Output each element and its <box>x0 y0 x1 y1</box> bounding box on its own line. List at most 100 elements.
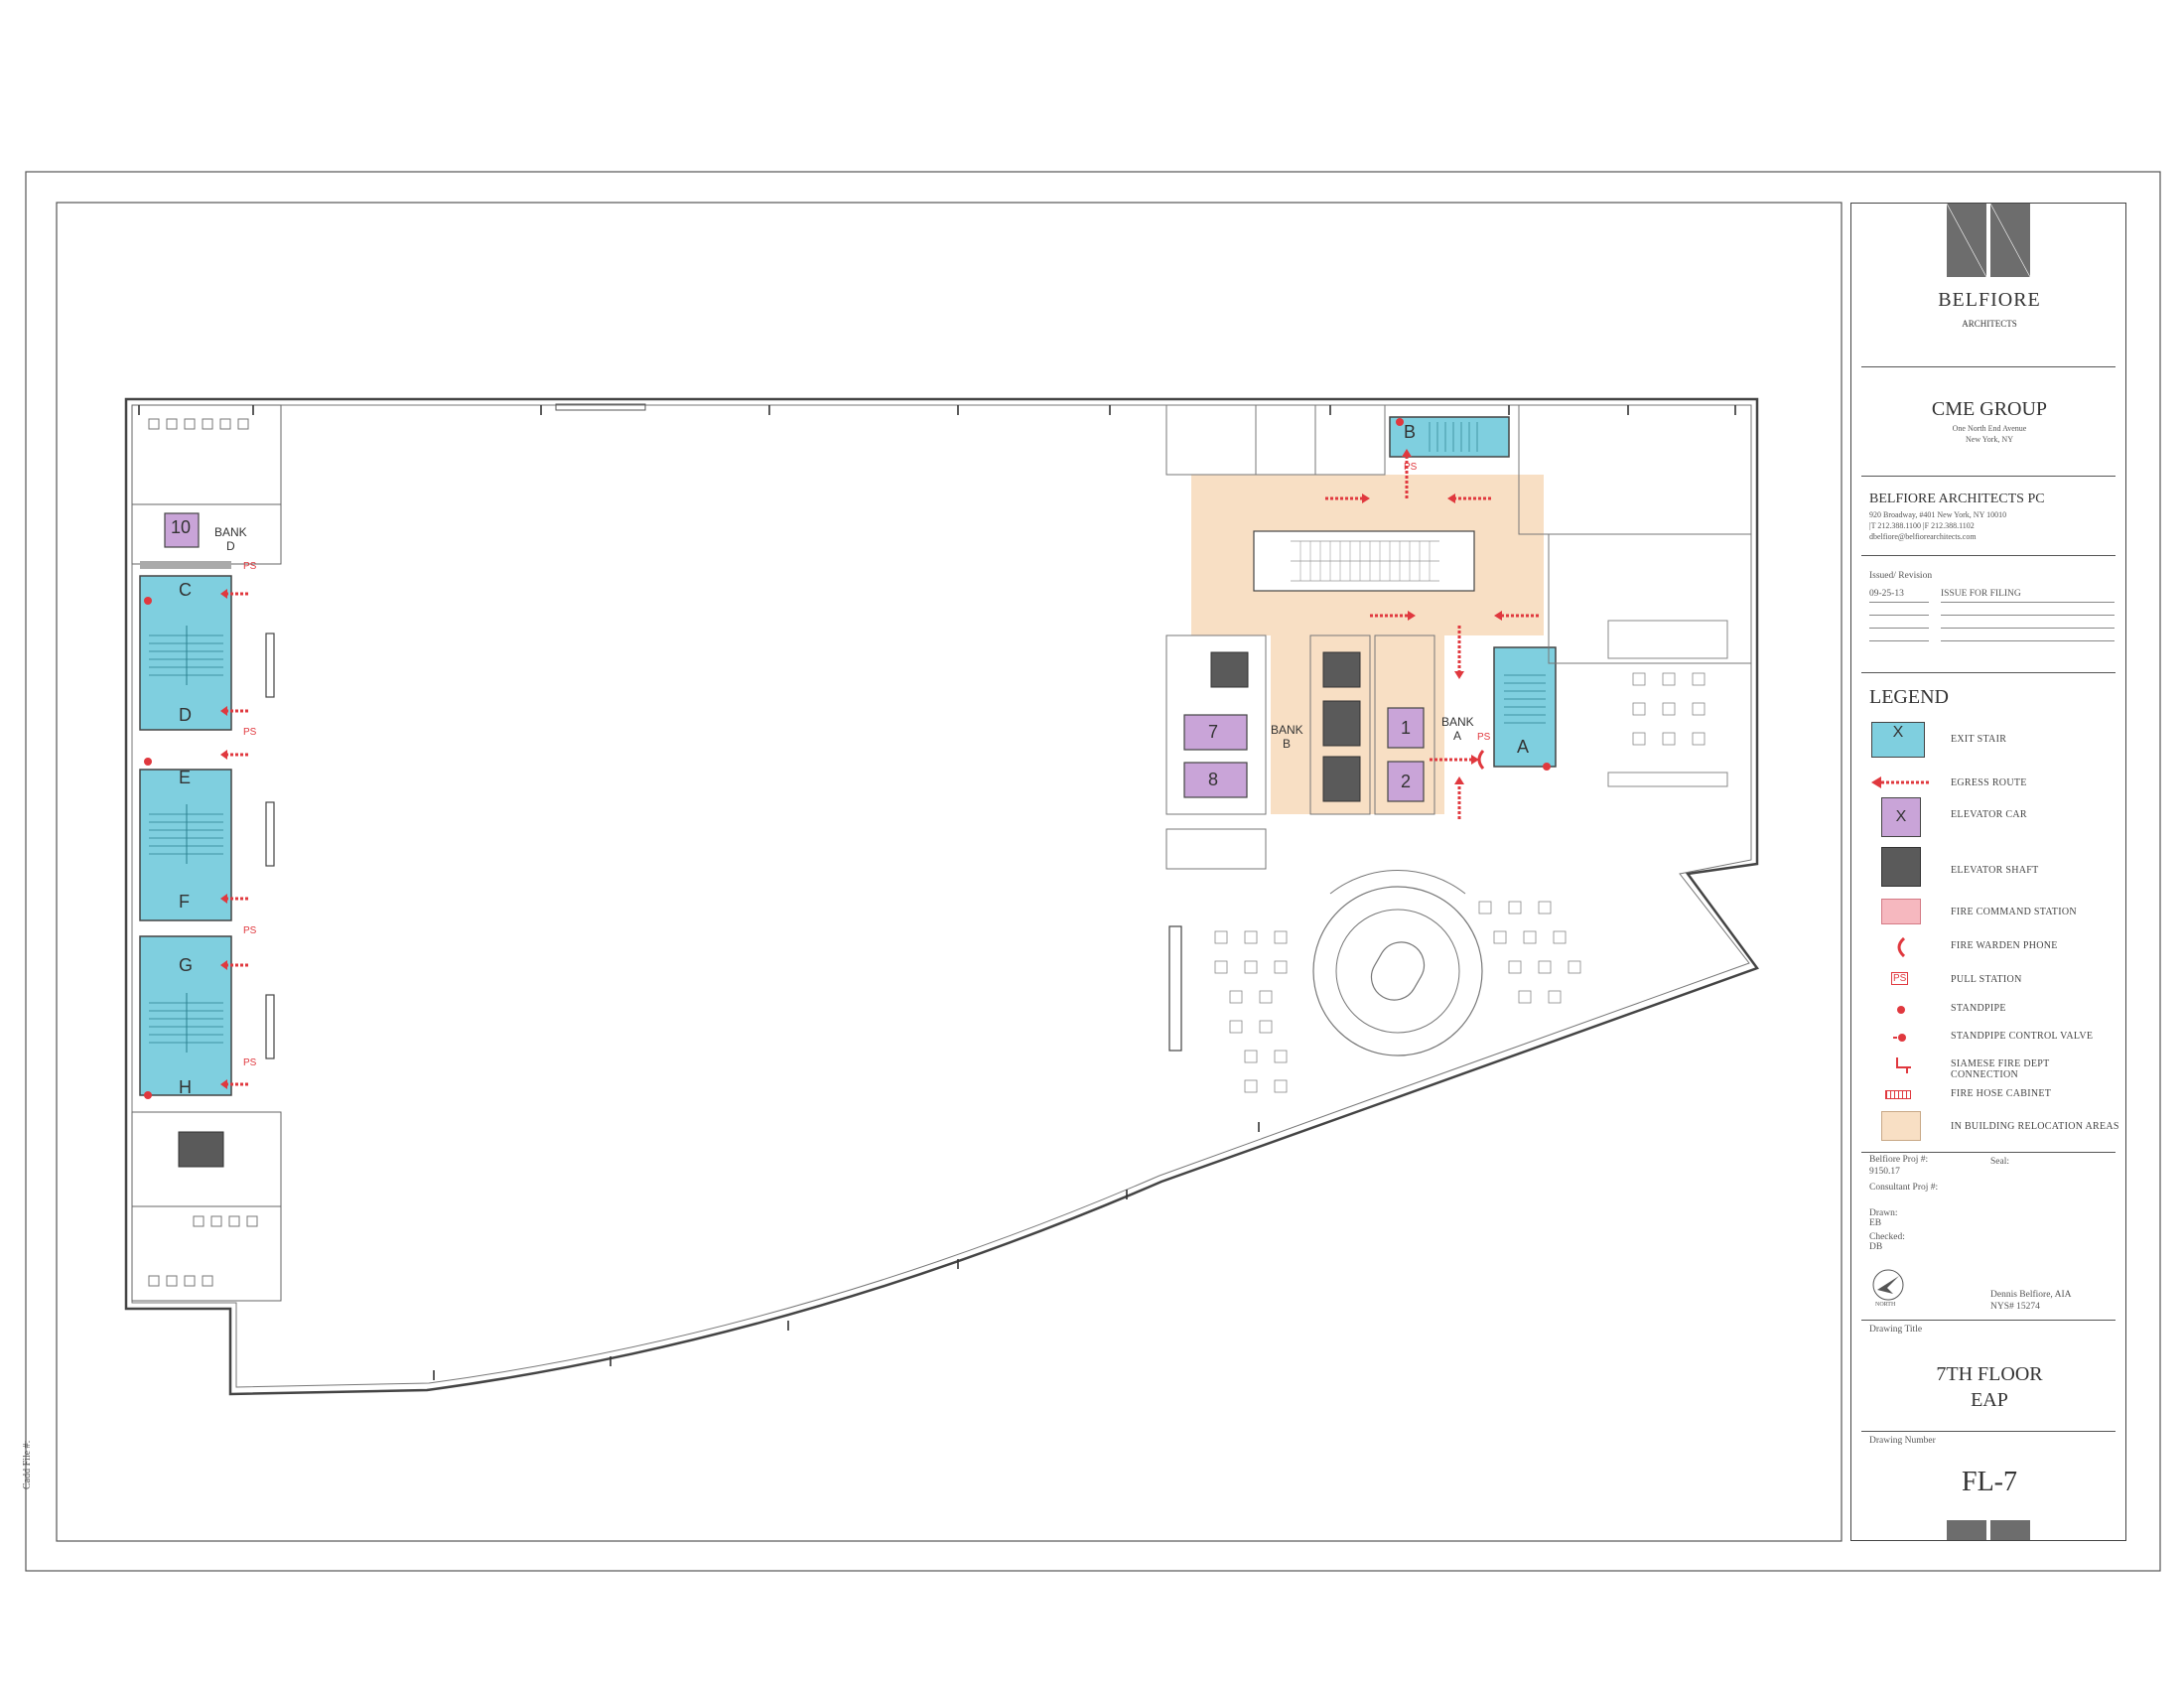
revision-row-line <box>1941 628 2115 629</box>
bank-d-label-line2: D <box>226 539 235 553</box>
stair-b-label: B <box>1404 422 1417 442</box>
checked-label: Checked: <box>1869 1232 1905 1242</box>
pull-station-marker: PS <box>243 561 257 572</box>
bank-b-label-line2: B <box>1283 737 1292 751</box>
pull-station-marker: PS <box>1404 462 1418 473</box>
divider <box>1861 1320 2116 1321</box>
pull-station-marker: PS <box>243 1057 257 1068</box>
pull-station-marker: PS <box>243 925 257 936</box>
divider <box>1861 476 2116 477</box>
client-address-1: One North End Avenue <box>1952 424 2027 433</box>
elevator-car-swatch: X <box>1881 797 1921 837</box>
standpipe-icon <box>1897 1006 1905 1014</box>
elevator-car-8-label: 8 <box>1208 770 1219 789</box>
firm-logo-footer-left <box>1947 1520 1986 1540</box>
firm-address: 920 Broadway, #401 New York, NY 10010 <box>1869 510 2007 519</box>
stair-d-label: D <box>179 705 192 725</box>
egress-route-icon <box>1871 776 1929 788</box>
proj-label: Belfiore Proj #: <box>1869 1155 1929 1165</box>
bank-b-label-line1: BANK <box>1271 723 1303 737</box>
pull-station-marker: PS <box>243 727 257 738</box>
standpipe-control-valve-icon <box>1893 1034 1906 1042</box>
north-label: NORTH <box>1875 1302 1896 1308</box>
bank-d-label-line1: BANK <box>214 525 247 539</box>
revision-date: 09-25-13 <box>1869 589 1904 599</box>
exit-stair-swatch: X <box>1871 722 1925 758</box>
revision-row-line <box>1869 602 1929 603</box>
legend-label: ELEVATOR CAR <box>1951 809 2027 820</box>
stair-a-label: A <box>1517 737 1530 757</box>
drawing-number: FL-7 <box>1962 1467 2017 1497</box>
checked-by: DB <box>1869 1242 1883 1252</box>
revision-row-line <box>1941 602 2115 603</box>
firm-subtitle: ARCHITECTS <box>1962 319 2017 329</box>
fire-hose-cabinet-icon <box>1885 1090 1911 1099</box>
elevator-car-1-label: 1 <box>1401 718 1412 738</box>
revision-row-line <box>1869 640 1929 641</box>
stair-c-label: C <box>179 580 192 600</box>
legend-label: FIRE COMMAND STATION <box>1951 907 2077 917</box>
proj-number: 9150.17 <box>1869 1167 1900 1177</box>
siamese-connection-icon <box>1896 1057 1911 1073</box>
fire-warden-phone-icon <box>1897 936 1906 958</box>
firm-logo-footer-right <box>1990 1520 2030 1540</box>
title-block: BELFIORE ARCHITECTS CME GROUP One North … <box>1850 203 2126 1541</box>
legend-item-exit-stair: X EXIT STAIR <box>1871 722 2119 762</box>
firm-logo-icon <box>1947 204 2030 277</box>
legend-item-elevator-shaft: ELEVATOR SHAFT <box>1871 847 2119 887</box>
legend-label: ELEVATOR SHAFT <box>1951 865 2039 876</box>
relocation-area-swatch <box>1881 1111 1921 1141</box>
revision-row-line <box>1941 640 2115 641</box>
north-arrow-icon <box>1872 1269 1904 1301</box>
legend-label: IN BUILDING RELOCATION AREAS <box>1951 1121 2119 1132</box>
bank-a-label-line2: A <box>1453 729 1462 743</box>
elevator-car-7-label: 7 <box>1208 722 1219 742</box>
revision-description: ISSUE FOR FILING <box>1941 589 2021 599</box>
divider <box>1861 366 2116 367</box>
right-core <box>1165 404 1752 1093</box>
divider <box>1861 672 2116 673</box>
firm-pc-name: BELFIORE ARCHITECTS PC <box>1869 492 2045 506</box>
fire-command-station-swatch <box>1881 899 1921 924</box>
pull-station-icon: PS <box>1891 972 1909 985</box>
stair-f-label: F <box>179 892 190 912</box>
stair-e-label: E <box>179 768 192 787</box>
drawing-title-line2: EAP <box>1971 1389 2008 1411</box>
cadd-file-label: Cadd File #: <box>22 1440 33 1489</box>
signer-license: NYS# 15274 <box>1990 1302 2040 1312</box>
drawn-by: EB <box>1869 1218 1882 1228</box>
bank-a-label-line1: BANK <box>1441 715 1474 729</box>
firm-phones: |T 212.388.1100 |F 212.388.1102 <box>1869 521 1975 530</box>
legend-label: EGRESS ROUTE <box>1951 777 2027 788</box>
legend-label: FIRE WARDEN PHONE <box>1951 940 2058 951</box>
legend-label: STANDPIPE CONTROL VALVE <box>1951 1031 2094 1042</box>
elevator-shaft-swatch <box>1881 847 1921 887</box>
seal-label: Seal: <box>1990 1157 2009 1167</box>
divider <box>1861 1431 2116 1432</box>
divider <box>1861 555 2116 556</box>
revision-row-line <box>1869 628 1929 629</box>
revision-row-line <box>1869 615 1929 616</box>
left-core <box>131 404 282 1302</box>
consultant-label: Consultant Proj #: <box>1869 1183 1939 1193</box>
sheet-inner-border <box>56 202 1843 1542</box>
firm-name: BELFIORE <box>1938 289 2041 311</box>
elevator-car-2-label: 2 <box>1401 772 1412 791</box>
client-name: CME GROUP <box>1931 398 2048 420</box>
fire-warden-phone-icon <box>1477 750 1485 770</box>
drawing-title-line1: 7TH FLOOR <box>1936 1363 2043 1385</box>
divider <box>1861 1152 2116 1153</box>
sheet-outer-border <box>25 171 2161 1572</box>
drawn-label: Drawn: <box>1869 1208 1898 1218</box>
drawing-number-label: Drawing Number <box>1869 1436 1936 1446</box>
signer-name: Dennis Belfiore, AIA <box>1990 1290 2072 1300</box>
revision-row-line <box>1941 615 2115 616</box>
legend-label: SIAMESE FIRE DEPT CONNECTION <box>1951 1058 2050 1080</box>
legend-item-elevator-car: X ELEVATOR CAR <box>1871 797 2119 837</box>
drawing-title-label: Drawing Title <box>1869 1325 1923 1335</box>
pull-station-marker: PS <box>1477 732 1491 743</box>
legend-label: FIRE HOSE CABINET <box>1951 1088 2052 1099</box>
stair-g-label: G <box>179 955 194 975</box>
legend-title: LEGEND <box>1869 686 1949 708</box>
client-address-2: New York, NY <box>1965 435 2013 444</box>
